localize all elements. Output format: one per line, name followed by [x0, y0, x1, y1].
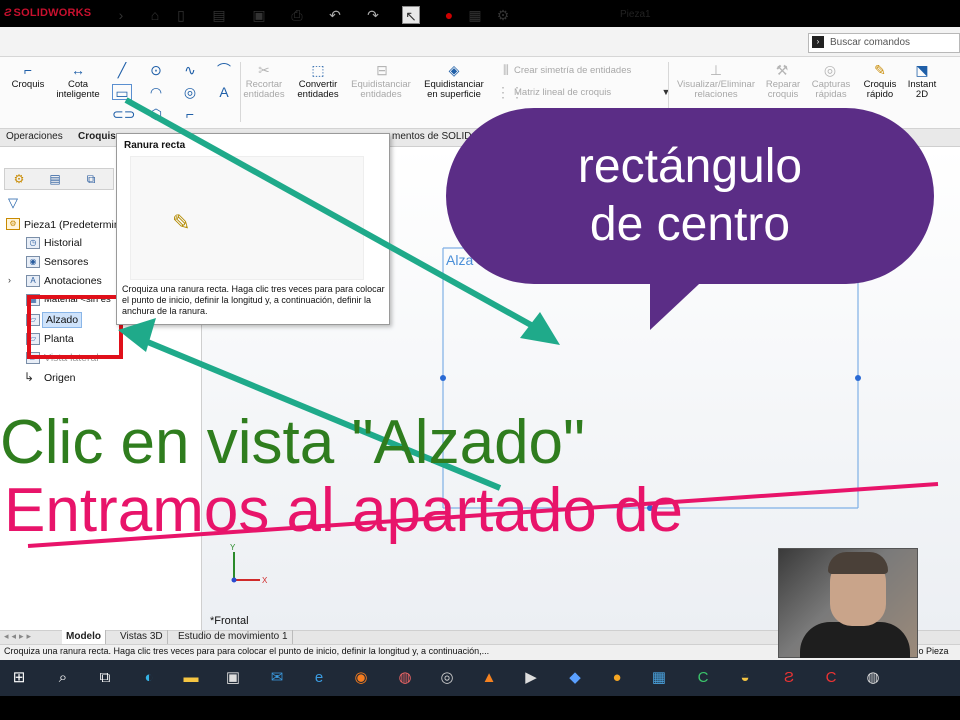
app-icon[interactable]: ◍ — [862, 668, 884, 688]
caption-struck: Entramos al apartado de — [4, 476, 683, 545]
mail-icon[interactable]: ✉ — [266, 668, 288, 688]
app-icon[interactable]: C — [820, 668, 842, 688]
tab-vistas-3d[interactable]: Vistas 3D — [116, 630, 168, 644]
speech-bubble-tail — [650, 270, 714, 330]
windows-icon[interactable]: ⊞ — [8, 668, 30, 688]
app-icon[interactable]: ◒ — [734, 668, 756, 688]
caption-clic-alzado: Clic en vista "Alzado" — [0, 408, 586, 477]
bubble-text: rectángulo de centro — [446, 138, 934, 254]
screen: Ƨ SOLIDWORKS › ⌂ ▯ ▤ ▣ ⎙ ↶ ↷ ↖ ● ▦ ⚙ Piez… — [0, 0, 960, 720]
photos-icon[interactable]: ▦ — [648, 668, 670, 688]
webcam-person-body — [800, 622, 910, 658]
search-icon[interactable]: ⌕ — [52, 668, 74, 688]
camtasia-icon[interactable]: C — [692, 668, 714, 688]
edge-icon[interactable]: ◐ — [138, 668, 160, 688]
explorer-icon[interactable]: ▬ — [180, 668, 202, 688]
bubble-line-2: de centro — [589, 198, 791, 251]
tab-estudio-movimiento[interactable]: Estudio de movimiento 1 — [174, 630, 293, 644]
svg-text:X: X — [262, 576, 268, 585]
tab-modelo[interactable]: Modelo — [62, 630, 106, 644]
firefox-icon[interactable]: ◉ — [350, 668, 372, 688]
solidworks-icon[interactable]: Ƨ — [778, 668, 800, 688]
vlc-icon[interactable]: ▲ — [478, 668, 500, 688]
app-icon[interactable]: ● — [606, 668, 628, 688]
app-icon[interactable]: ◆ — [564, 668, 586, 688]
tab-scroll-arrows-icon[interactable]: ◂◂▸▸ — [4, 631, 34, 642]
status-text: Croquiza una ranura recta. Haga clic tre… — [4, 646, 490, 656]
webcam-person-hair — [828, 552, 888, 574]
media-icon[interactable]: ▶ — [520, 668, 542, 688]
bubble-line-1: rectángulo — [577, 140, 803, 193]
task-view-icon[interactable]: ⧉ — [94, 668, 116, 688]
ie-icon[interactable]: e — [308, 668, 330, 688]
paint-icon[interactable]: ◍ — [394, 668, 416, 688]
chrome-icon[interactable]: ◎ — [436, 668, 458, 688]
store-icon[interactable]: ▣ — [222, 668, 244, 688]
triad-axes: Y X — [230, 543, 268, 585]
